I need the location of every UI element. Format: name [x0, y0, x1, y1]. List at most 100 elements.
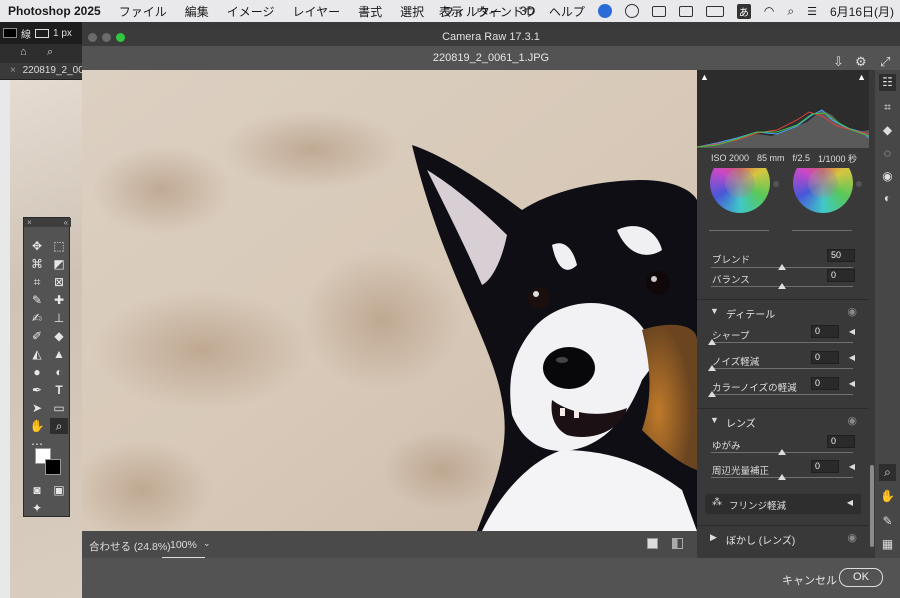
zoom-icon[interactable]: ⌕ [879, 464, 896, 481]
paint-bucket-tool-icon[interactable]: ◭ [28, 346, 46, 362]
close-window-button[interactable] [88, 33, 97, 42]
eraser-tool-icon[interactable]: ◆ [50, 328, 68, 344]
fringe-eyedropper-icon[interactable]: ⁂ [712, 497, 722, 508]
background-color-swatch[interactable] [45, 459, 61, 475]
vignette-slider[interactable] [711, 474, 853, 480]
rectangle-tool-icon[interactable]: ▭ [50, 400, 68, 416]
color-noise-input[interactable]: 0 [811, 377, 839, 390]
path-select-tool-icon[interactable]: ➤ [28, 400, 46, 416]
red-eye-icon[interactable]: ◉ [879, 168, 896, 185]
status-app-icon[interactable] [597, 4, 612, 18]
stamp-tool-icon[interactable]: ⊥ [50, 310, 68, 326]
menu-file[interactable]: ファイル [119, 3, 167, 20]
minimize-window-button[interactable] [102, 33, 111, 42]
clock[interactable]: 6月16日(月) [830, 3, 894, 20]
toggle-overlay-icon[interactable] [647, 538, 658, 549]
distortion-thumb[interactable] [778, 449, 786, 455]
photo-preview[interactable] [82, 70, 697, 531]
quick-mask-icon[interactable]: ◙ [28, 482, 46, 498]
fringe-removal-row[interactable]: ⁂ フリンジ軽減 ◀ [705, 494, 861, 514]
detail-section-header[interactable]: ▼ ディテール ◉ [697, 299, 869, 323]
search-icon[interactable]: ⌕ [787, 4, 794, 19]
hand-tool-icon[interactable]: ✋ [28, 418, 46, 434]
pen-tool-icon[interactable]: ✒ [28, 382, 46, 398]
color-noise-thumb[interactable] [708, 391, 716, 397]
wheel-dot-left[interactable] [773, 181, 779, 187]
zoom-tool-icon[interactable]: ⌕ [47, 46, 53, 59]
fit-zoom-button[interactable]: 合わせる (24.8%) [89, 539, 171, 554]
app-menu[interactable]: Photoshop 2025 [8, 4, 101, 18]
highlights-luminance-slider[interactable] [792, 230, 852, 231]
crop-tool-icon[interactable]: ⌗ [28, 274, 46, 290]
blend-slider[interactable] [711, 264, 853, 270]
fringe-expand-icon[interactable]: ◀ [847, 498, 853, 507]
before-after-icon[interactable] [672, 538, 683, 549]
menu-window[interactable]: ウィンドウ [476, 3, 536, 20]
object-select-tool-icon[interactable]: ◩ [50, 256, 68, 272]
wifi-icon[interactable]: ◠ [764, 4, 774, 18]
status-keyboard-icon[interactable] [678, 5, 693, 17]
healing-tool-icon[interactable]: ✚ [50, 292, 68, 308]
balance-input[interactable]: 0 [827, 269, 855, 282]
color-noise-slider[interactable] [708, 391, 853, 397]
eye-icon[interactable]: ◉ [847, 414, 857, 427]
highlights-color-wheel[interactable] [793, 168, 853, 213]
blend-thumb[interactable] [778, 264, 786, 270]
color-noise-expand-icon[interactable]: ◀ [849, 379, 855, 388]
dodge-tool-icon[interactable]: ● [28, 364, 46, 380]
balance-thumb[interactable] [778, 283, 786, 289]
lens-blur-section-header[interactable]: ▶ ぼかし (レンズ) ◉ [697, 525, 869, 549]
stroke-swatch[interactable] [3, 28, 17, 38]
ok-button[interactable]: OK [839, 568, 883, 587]
stroke-style-icon[interactable] [35, 28, 49, 38]
edit-sliders-icon[interactable]: ☷ [879, 74, 896, 91]
brush-tool-icon[interactable]: ✍ [28, 310, 46, 326]
edit-toolbar-icon[interactable]: ✦ [28, 500, 46, 516]
status-sync-icon[interactable] [624, 4, 639, 18]
cancel-button[interactable]: キャンセル [782, 572, 837, 588]
menu-select[interactable]: 選択 [400, 3, 424, 20]
blend-input[interactable]: 50 [827, 249, 855, 262]
wheel-dot-right[interactable] [856, 181, 862, 187]
eye-icon[interactable]: ◉ [847, 531, 857, 544]
menu-layer[interactable]: レイヤー [292, 3, 340, 20]
balance-slider[interactable] [711, 283, 853, 289]
distortion-slider[interactable] [711, 449, 853, 455]
masking-icon[interactable]: ◌ [879, 145, 896, 162]
move-tool-icon[interactable]: ✥ [28, 238, 46, 254]
noise-reduction-input[interactable]: 0 [811, 351, 839, 364]
vignette-input[interactable]: 0 [811, 460, 839, 473]
zoom-100-button[interactable]: 100% [162, 533, 205, 559]
sampler-icon[interactable]: ✎ [879, 513, 896, 530]
blur-tool-icon[interactable]: ▲ [50, 346, 68, 362]
grid-icon[interactable]: ▦ [879, 536, 896, 553]
eyedropper-tool-icon[interactable]: ✎ [28, 292, 46, 308]
crop-rotate-icon[interactable]: ⌗ [879, 99, 896, 116]
menu-edit[interactable]: 編集 [185, 3, 209, 20]
stroke-width[interactable]: 1 px [53, 28, 72, 39]
screen-mode-icon[interactable]: ▣ [50, 482, 68, 498]
input-method-icon[interactable]: あ [736, 3, 751, 19]
menu-type[interactable]: 書式 [358, 3, 382, 20]
control-center-icon[interactable]: ☰ [807, 5, 817, 18]
menu-image[interactable]: イメージ [227, 3, 275, 20]
zoom-window-button[interactable] [116, 33, 125, 42]
status-display-icon[interactable] [651, 5, 666, 17]
sharpen-slider[interactable] [708, 339, 853, 345]
chevron-down-icon[interactable]: ⌄ [203, 538, 211, 549]
distortion-input[interactable]: 0 [827, 435, 855, 448]
menu-help[interactable]: ヘルプ [549, 3, 585, 20]
lens-section-header[interactable]: ▼ レンズ ◉ [697, 408, 869, 432]
remove-tool-icon[interactable]: ◆ [879, 122, 896, 139]
vignette-thumb[interactable] [778, 474, 786, 480]
scrollbar-thumb[interactable] [870, 465, 874, 547]
hand-icon[interactable]: ✋ [879, 488, 896, 505]
presets-icon[interactable]: ◐ [879, 190, 896, 207]
history-brush-tool-icon[interactable]: ✐ [28, 328, 46, 344]
vignette-expand-icon[interactable]: ◀ [849, 462, 855, 471]
zoom-tool-icon-panel[interactable]: ⌕ [50, 418, 68, 434]
shadows-luminance-slider[interactable] [709, 230, 769, 231]
menu-view[interactable]: 表示 [439, 3, 463, 20]
type-tool-icon[interactable]: T [50, 382, 68, 398]
close-icon[interactable]: × [10, 65, 16, 76]
